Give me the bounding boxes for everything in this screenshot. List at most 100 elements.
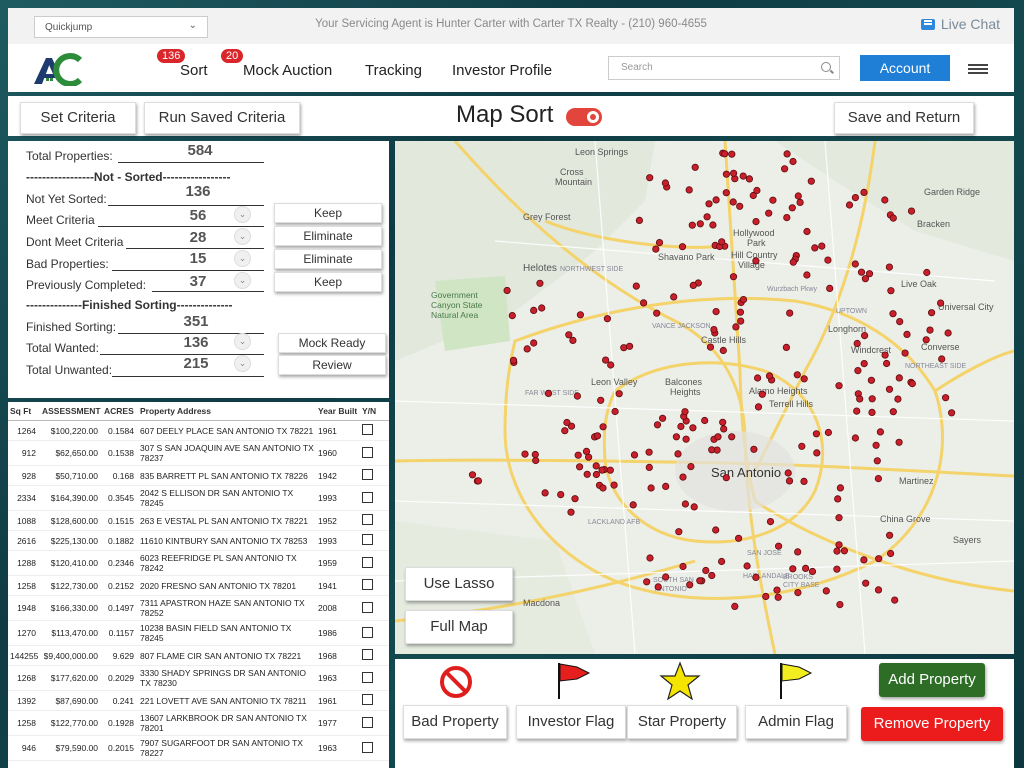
property-pin[interactable] [794,192,802,200]
property-pin[interactable] [834,495,842,503]
property-map[interactable]: Leon Springs Cross Mountain Grey Forest … [395,141,1014,654]
property-pin[interactable] [734,534,743,542]
property-pin[interactable] [474,477,483,485]
property-pin[interactable] [672,433,680,441]
property-pin[interactable] [576,463,584,471]
property-pin[interactable] [696,577,704,585]
property-pin[interactable] [705,200,713,208]
column-header[interactable]: Sq Ft [8,402,40,421]
property-pin[interactable] [822,587,830,595]
property-pin[interactable] [599,423,607,431]
property-pin[interactable] [833,547,841,555]
property-pin[interactable] [509,356,518,364]
yn-checkbox[interactable] [362,556,373,568]
nav-sort[interactable]: Sort [180,62,208,79]
property-pin[interactable] [662,482,670,490]
property-pin[interactable] [689,424,697,432]
property-pin[interactable] [936,299,945,307]
property-pin[interactable] [765,209,773,217]
yn-checkbox[interactable] [362,626,373,638]
property-pin[interactable] [574,451,582,459]
property-pin[interactable] [941,394,950,402]
property-pin[interactable] [854,367,862,375]
property-pin[interactable] [789,157,797,166]
property-pin[interactable] [593,432,602,440]
property-pin[interactable] [635,216,643,225]
property-pin[interactable] [784,469,792,477]
column-header[interactable]: Y/N [360,402,389,421]
full-map-button[interactable]: Full Map [405,610,513,644]
property-pin[interactable] [853,407,861,415]
property-pin[interactable] [718,238,726,246]
chevron-down-icon[interactable]: ⌄ [234,355,251,372]
table-row[interactable]: 1268 $177,620.00 0.2029 3330 SHADY SPRINGS … [8,665,389,691]
property-pin[interactable] [565,331,573,339]
remove-property-button[interactable]: Remove Property [861,707,1003,741]
property-pin[interactable] [690,503,698,511]
property-pin[interactable] [868,408,876,416]
property-pin[interactable] [645,448,653,456]
run-saved-criteria-button[interactable]: Run Saved Criteria [144,102,300,134]
property-pin[interactable] [679,562,687,571]
property-pin[interactable] [722,189,730,197]
property-pin[interactable] [875,555,883,563]
property-pin[interactable] [709,221,717,229]
table-row[interactable]: 144255 $9,400,000.00 9.629 807 FLAME CIR SA… [8,645,389,666]
property-pin[interactable] [881,196,889,204]
use-lasso-button[interactable]: Use Lasso [405,567,513,601]
property-pin[interactable] [643,578,651,586]
property-pin[interactable] [739,172,747,180]
property-pin[interactable] [675,528,683,536]
property-pin[interactable] [873,457,881,465]
account-button[interactable]: Account [860,55,950,81]
chevron-down-icon[interactable]: ⌄ [234,333,251,350]
property-pin[interactable] [652,245,660,253]
column-header[interactable]: ASSESSMENT [40,402,102,421]
bad-property-button[interactable]: Bad Property [403,705,507,739]
keep-previously-completed-button[interactable]: Keep [274,272,382,292]
property-pin[interactable] [808,567,817,576]
property-pin[interactable] [606,466,614,474]
property-pin[interactable] [670,293,678,301]
property-pin[interactable] [689,281,697,289]
property-pin[interactable] [786,309,794,317]
property-pin[interactable] [782,343,790,351]
yn-checkbox[interactable] [362,491,373,503]
nav-investor-profile[interactable]: Investor Profile [452,62,552,79]
table-row[interactable]: 2334 $164,390.00 0.3545 2042 S ELLISON DR S… [8,485,389,511]
property-pin[interactable] [685,186,693,194]
property-pin[interactable] [753,374,762,382]
property-pin[interactable] [868,395,876,403]
property-pin[interactable] [752,573,760,581]
property-pin[interactable] [610,481,618,489]
property-pin[interactable] [743,562,751,570]
property-pin[interactable] [851,193,859,202]
property-pin[interactable] [867,376,875,384]
property-pin[interactable] [626,342,634,350]
property-pin[interactable] [729,169,738,177]
property-pin[interactable] [662,573,670,581]
property-pin[interactable] [655,239,664,247]
property-pin[interactable] [769,196,777,204]
property-pin[interactable] [833,565,841,573]
property-pin[interactable] [896,318,904,326]
property-pin[interactable] [811,244,819,252]
property-pin[interactable] [745,175,753,183]
property-pin[interactable] [583,470,591,478]
property-pin[interactable] [881,351,889,359]
property-pin[interactable] [736,308,744,316]
property-pin[interactable] [853,339,861,348]
property-pin[interactable] [682,435,690,443]
property-pin[interactable] [532,456,540,465]
yn-checkbox[interactable] [362,716,373,728]
property-pin[interactable] [729,273,738,281]
property-pin[interactable] [531,450,539,459]
property-pin[interactable] [681,408,689,416]
mock-ready-button[interactable]: Mock Ready [278,333,386,353]
property-pin[interactable] [728,433,736,441]
property-pin[interactable] [780,165,789,173]
property-pin[interactable] [714,433,722,441]
property-pin[interactable] [926,326,934,334]
property-pin[interactable] [860,332,869,340]
property-pin[interactable] [719,418,727,426]
